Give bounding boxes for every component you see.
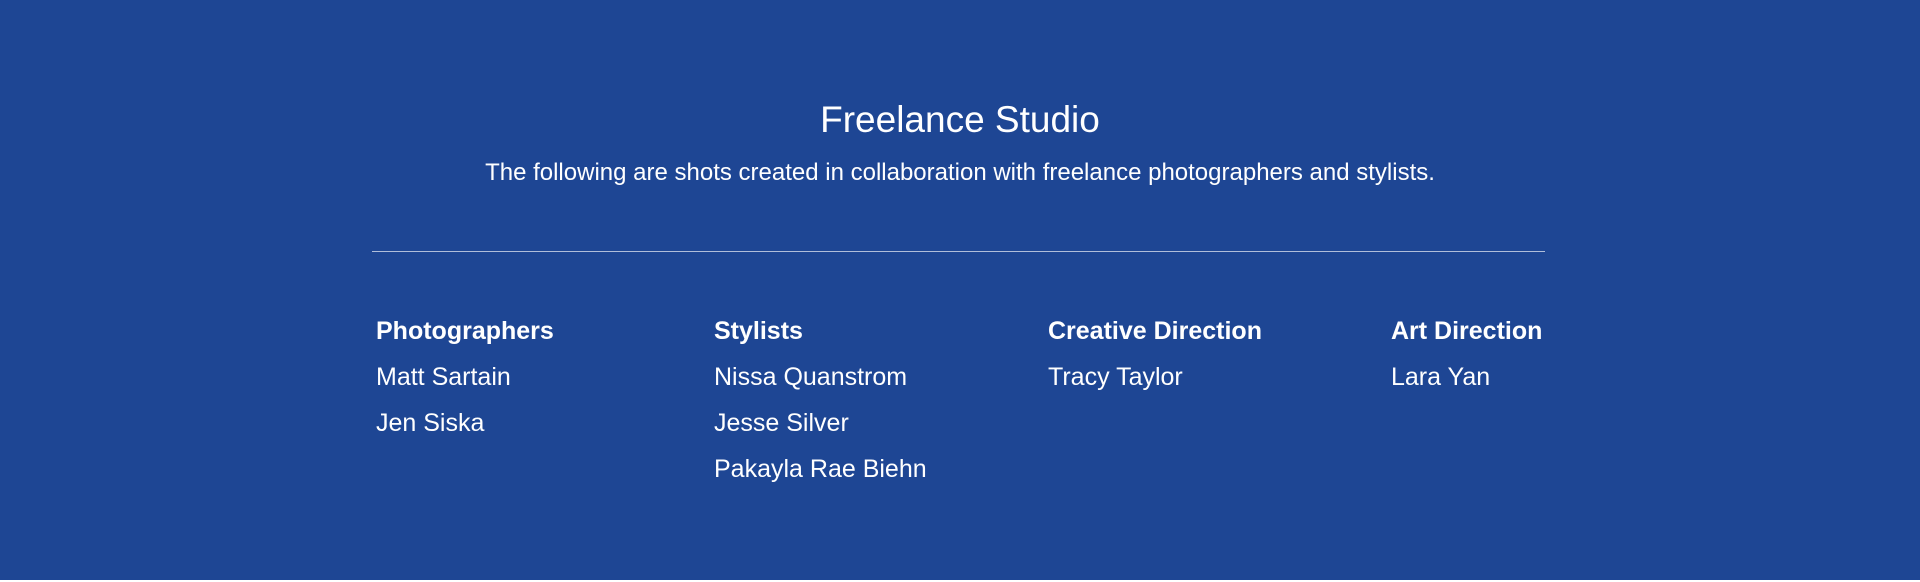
name-list: Matt Sartain Jen Siska: [376, 360, 554, 440]
credit-name: Jen Siska: [376, 409, 485, 437]
section-subtitle: The following are shots created in colla…: [485, 159, 1435, 186]
credit-name: Nissa Quanstrom: [714, 363, 908, 391]
credits-column-art-direction: Art Direction Lara Yan: [1391, 314, 1542, 406]
section-title: Freelance Studio: [820, 99, 1100, 140]
credit-name: Tracy Taylor: [1048, 363, 1183, 391]
column-heading: Stylists: [714, 317, 803, 345]
credit-name: Jesse Silver: [714, 409, 849, 437]
column-heading: Photographers: [376, 317, 554, 345]
credit-name: Lara Yan: [1391, 363, 1491, 391]
credits-column-photographers: Photographers Matt Sartain Jen Siska: [376, 314, 554, 452]
credit-name: Matt Sartain: [376, 363, 511, 391]
name-list: Lara Yan: [1391, 360, 1542, 394]
freelance-studio-section: Freelance Studio The following are shots…: [0, 0, 1920, 580]
name-list: Nissa Quanstrom Jesse Silver Pakayla Rae…: [714, 360, 927, 486]
divider: [372, 251, 1545, 252]
name-list: Tracy Taylor: [1048, 360, 1262, 394]
column-heading: Art Direction: [1391, 317, 1543, 345]
column-heading: Creative Direction: [1048, 317, 1262, 345]
credits-column-stylists: Stylists Nissa Quanstrom Jesse Silver Pa…: [714, 314, 927, 498]
credits-column-creative-direction: Creative Direction Tracy Taylor: [1048, 314, 1262, 406]
credit-name: Pakayla Rae Biehn: [714, 455, 927, 483]
